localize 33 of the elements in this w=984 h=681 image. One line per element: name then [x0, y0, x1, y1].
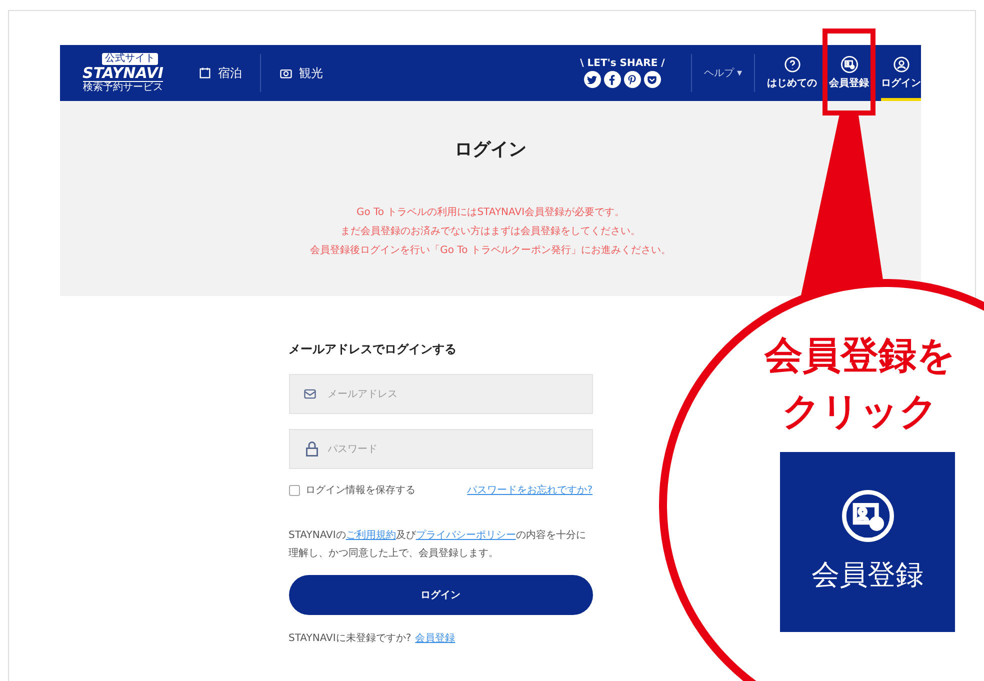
signup-link[interactable]: 会員登録 [415, 631, 456, 645]
pinterest-icon[interactable] [624, 71, 641, 88]
signup-prompt: STAYNAVIに未登録ですか? [288, 632, 412, 645]
form-heading: メールアドレスでログインする [288, 341, 458, 358]
twitter-icon[interactable] [584, 71, 601, 88]
header-nav-item[interactable]: はじめての [767, 45, 817, 101]
remember-checkbox[interactable]: ログイン情報を保存する [288, 483, 416, 497]
password-field[interactable]: パスワード [288, 429, 592, 469]
pocket-icon[interactable] [644, 71, 661, 88]
user-icon [892, 56, 910, 73]
nav-link[interactable]: 観光 [261, 56, 341, 90]
calendar-icon [198, 66, 212, 80]
agreement-text: STAYNAVIのご利用規約及びプライバシーポリシーの内容を十分に理解し、かつ同意した上で、会員登録します。 [288, 528, 587, 561]
logo-badge: 公式サイト [102, 52, 158, 64]
callout-text: クリック [781, 388, 939, 435]
notice-text: まだ会員登録のお済みでない方はまずは会員登録をしてください。 [340, 224, 640, 239]
nav-link[interactable]: 宿泊 [180, 56, 260, 90]
notice-text: Go To トラベルの利用にはSTAYNAVI会員登録が必要です。 [356, 206, 625, 220]
help-menu[interactable]: ヘルプ ▾ [692, 66, 754, 80]
email-field[interactable]: メールアドレス [288, 374, 592, 414]
facebook-icon[interactable] [604, 71, 621, 88]
logo-tagline: 検索予約サービス [83, 82, 163, 94]
share-label: \ LET's SHARE / [580, 58, 665, 69]
notice-text: 会員登録後ログインを行い「Go To トラベルクーポン発行」にお進みください。 [310, 244, 671, 258]
callout-text: 会員登録を [763, 332, 956, 379]
question-icon [784, 56, 800, 73]
header-nav-item[interactable]: 会員登録 [829, 45, 869, 101]
id-card-plus-icon [842, 490, 894, 542]
site-logo[interactable]: STAYNAVI [82, 64, 164, 82]
login-button[interactable]: ログイン [288, 575, 592, 615]
id-card-plus-icon [840, 56, 858, 73]
mail-icon [302, 387, 316, 401]
page-title: ログイン [454, 138, 526, 161]
